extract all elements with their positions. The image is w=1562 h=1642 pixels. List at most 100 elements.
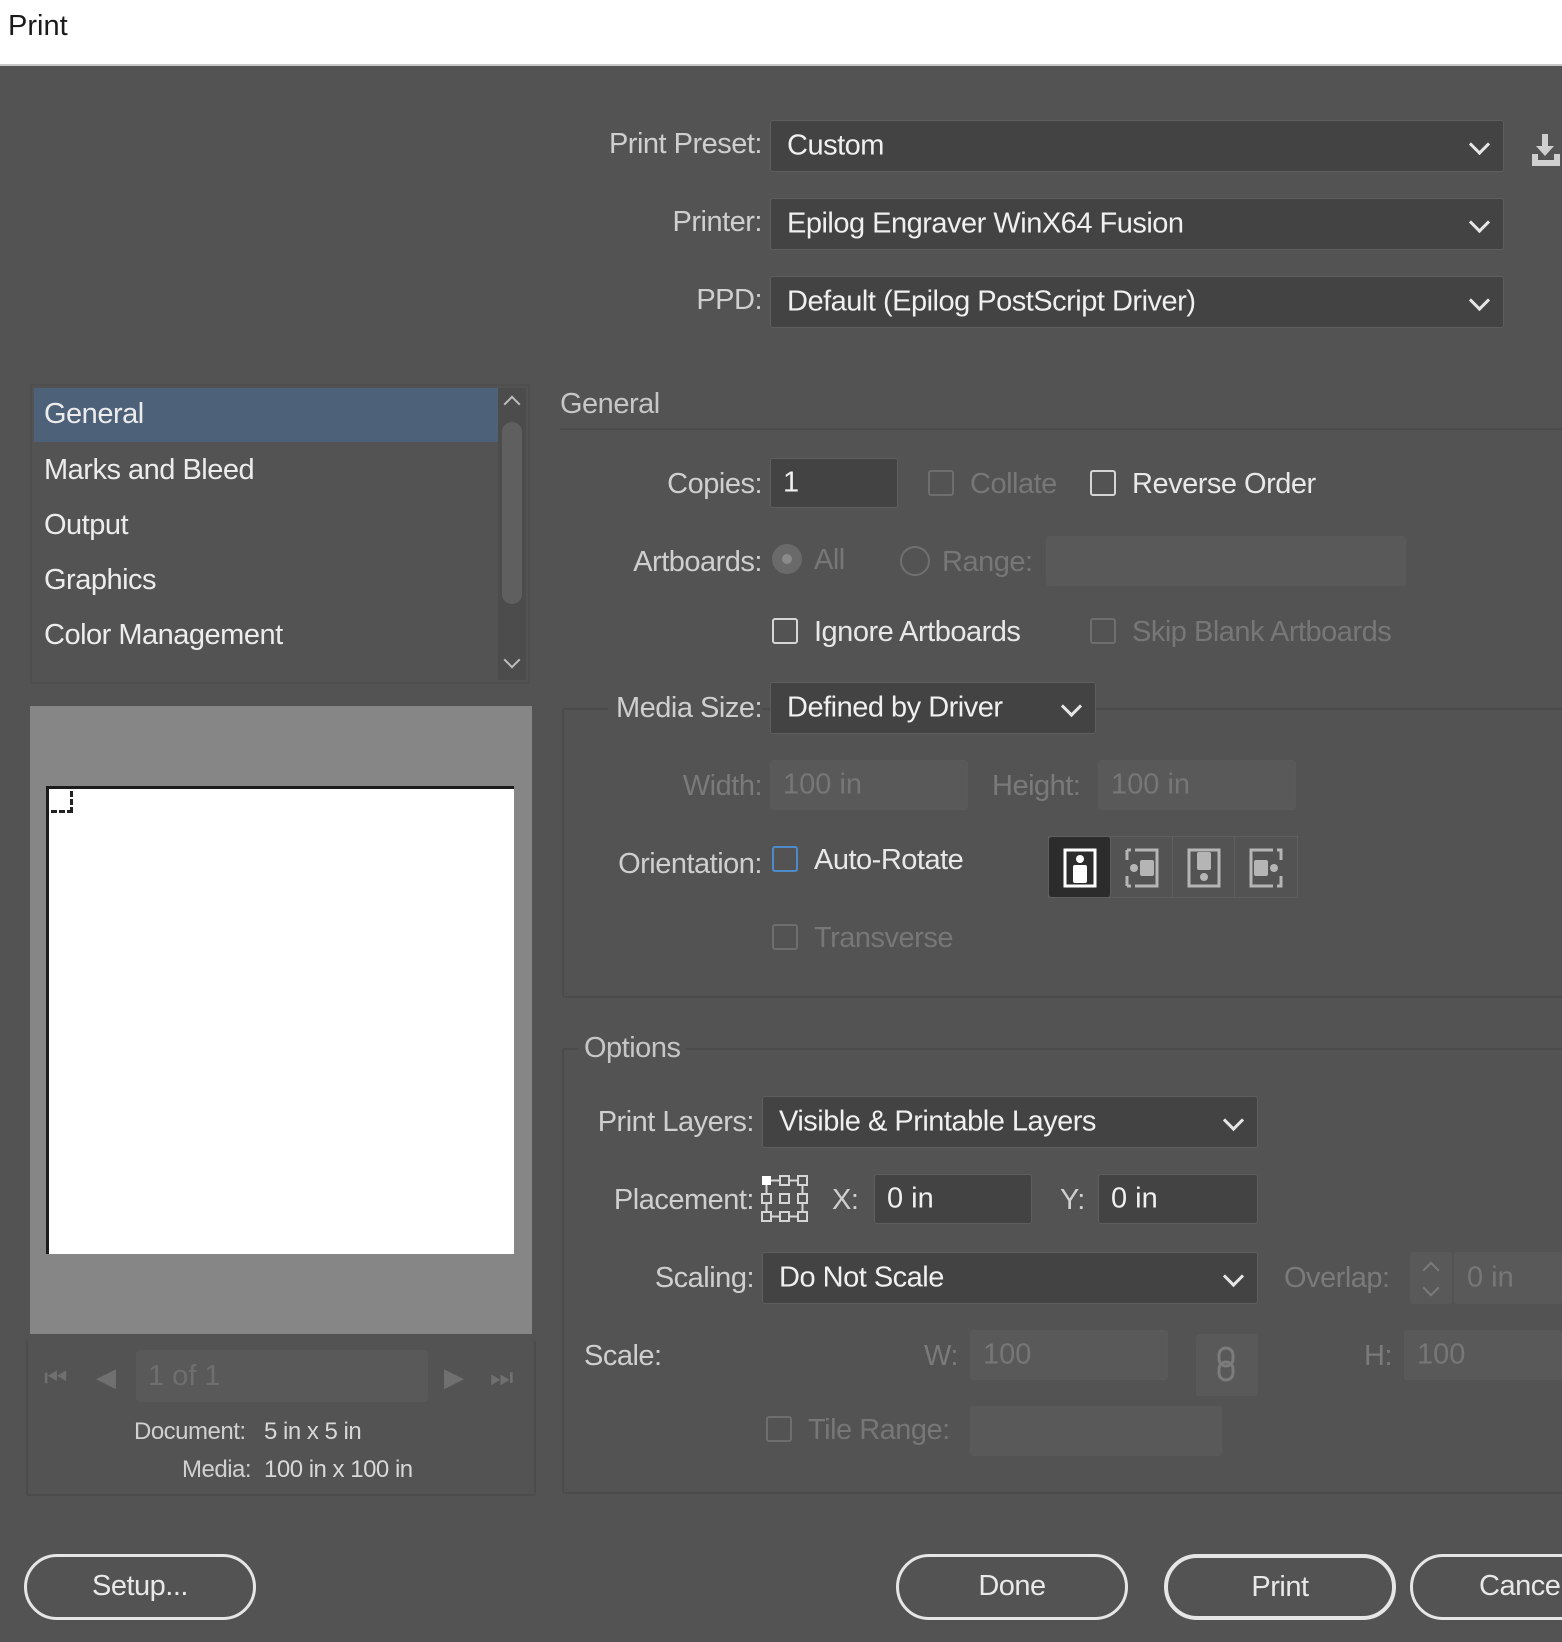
media-size-select[interactable]: Defined by Driver bbox=[770, 682, 1096, 734]
printer-value: Epilog Engraver WinX64 Fusion bbox=[787, 207, 1184, 240]
height-value: 100 in bbox=[1111, 768, 1191, 801]
media-size-label: Media Size: bbox=[607, 692, 763, 725]
placement-x-input[interactable]: 0 in bbox=[874, 1174, 1032, 1224]
artboards-all-radio[interactable] bbox=[772, 544, 802, 574]
printer-select[interactable]: Epilog Engraver WinX64 Fusion bbox=[770, 198, 1504, 250]
artboards-range-radio[interactable] bbox=[900, 546, 930, 576]
preview-page bbox=[46, 786, 514, 1254]
tile-range-checkbox[interactable] bbox=[766, 1416, 792, 1442]
portrait-button[interactable] bbox=[1049, 837, 1111, 897]
options-heading: Options bbox=[578, 1032, 687, 1065]
chevron-up-icon[interactable] bbox=[503, 395, 521, 413]
scale-w-value: 100 bbox=[983, 1338, 1032, 1371]
skip-blank-artboards-label: Skip Blank Artboards bbox=[1132, 616, 1392, 648]
sidebar-item-label: Output bbox=[44, 509, 129, 541]
chevron-down-icon[interactable] bbox=[1422, 1279, 1440, 1297]
general-heading: General bbox=[560, 388, 660, 420]
overlap-label: Overlap: bbox=[1284, 1262, 1390, 1294]
print-layers-select[interactable]: Visible & Printable Layers bbox=[762, 1096, 1258, 1148]
setup-button[interactable]: Setup... bbox=[24, 1554, 256, 1620]
sidebar-item-graphics[interactable]: Graphics bbox=[34, 554, 498, 608]
cancel-button[interactable]: Cancel bbox=[1410, 1554, 1562, 1620]
width-label: Width: bbox=[682, 770, 763, 802]
auto-rotate-label: Auto-Rotate bbox=[814, 844, 964, 876]
scaling-label: Scaling: bbox=[654, 1262, 755, 1294]
print-layers-value: Visible & Printable Layers bbox=[779, 1105, 1096, 1138]
sidebar-item-label: Marks and Bleed bbox=[44, 454, 255, 486]
page-field[interactable]: 1 of 1 bbox=[136, 1350, 428, 1402]
ppd-select[interactable]: Default (Epilog PostScript Driver) bbox=[770, 276, 1504, 328]
flipped-landscape-button[interactable] bbox=[1235, 837, 1297, 897]
sidebar-item-general[interactable]: General bbox=[34, 388, 498, 442]
scrollbar-thumb[interactable] bbox=[502, 422, 522, 604]
chevron-down-icon[interactable] bbox=[503, 651, 521, 669]
artboards-range-input[interactable] bbox=[1046, 536, 1406, 586]
save-preset-button[interactable] bbox=[1530, 132, 1562, 168]
reverse-order-label: Reverse Order bbox=[1132, 468, 1316, 500]
auto-rotate-checkbox[interactable] bbox=[772, 846, 798, 872]
flipped-portrait-button[interactable] bbox=[1173, 837, 1235, 897]
media-label: Media: bbox=[182, 1456, 252, 1483]
tile-range-input[interactable] bbox=[970, 1406, 1222, 1456]
scale-h-label: H: bbox=[1364, 1340, 1393, 1372]
ignore-artboards-checkbox[interactable] bbox=[772, 618, 798, 644]
scale-w-input[interactable]: 100 bbox=[970, 1330, 1168, 1380]
overlap-input[interactable]: 0 in bbox=[1454, 1252, 1562, 1304]
placement-reference-point[interactable] bbox=[760, 1174, 810, 1224]
copies-value: 1 bbox=[783, 466, 800, 499]
ignore-artboards-label: Ignore Artboards bbox=[814, 616, 1021, 648]
width-input[interactable]: 100 in bbox=[770, 760, 968, 810]
page-field-value: 1 of 1 bbox=[148, 1360, 221, 1392]
sidebar-item-color-management[interactable]: Color Management bbox=[34, 609, 498, 663]
chevron-down-icon bbox=[1468, 211, 1491, 234]
media-size-readout: 100 in x 100 in bbox=[264, 1456, 413, 1483]
orientation-buttons bbox=[1048, 836, 1298, 898]
landscape-icon bbox=[1125, 848, 1159, 888]
print-preview[interactable] bbox=[30, 706, 532, 1334]
sidebar-item-marks-and-bleed[interactable]: Marks and Bleed bbox=[34, 444, 498, 498]
sidebar-item-label: General bbox=[44, 398, 144, 430]
sidebar-item-label: Color Management bbox=[44, 619, 283, 651]
constrain-proportions-button[interactable] bbox=[1196, 1334, 1258, 1396]
artboards-label: Artboards: bbox=[633, 546, 762, 578]
last-page-icon[interactable]: ⏭ bbox=[490, 1362, 513, 1394]
copies-label: Copies: bbox=[667, 468, 762, 500]
category-list[interactable]: General Marks and Bleed Output Graphics … bbox=[30, 384, 530, 684]
transverse-checkbox[interactable] bbox=[772, 924, 798, 950]
tile-range-label: Tile Range: bbox=[808, 1414, 950, 1446]
reference-point-grid-icon bbox=[761, 1175, 808, 1222]
first-page-icon[interactable]: ⏮ bbox=[44, 1362, 67, 1394]
skip-blank-artboards-checkbox[interactable] bbox=[1090, 618, 1116, 644]
x-label: X: bbox=[832, 1184, 859, 1216]
print-button[interactable]: Print bbox=[1164, 1554, 1396, 1620]
overlap-value: 0 in bbox=[1467, 1261, 1514, 1294]
scaling-select[interactable]: Do Not Scale bbox=[762, 1252, 1258, 1304]
overlap-stepper[interactable] bbox=[1410, 1252, 1452, 1304]
y-label: Y: bbox=[1060, 1184, 1085, 1216]
copies-input[interactable]: 1 bbox=[770, 458, 898, 508]
artboards-range-label: Range: bbox=[942, 546, 1033, 578]
printer-label: Printer: bbox=[672, 206, 763, 238]
print-preset-select[interactable]: Custom bbox=[770, 120, 1504, 172]
sidebar-item-output[interactable]: Output bbox=[34, 499, 498, 553]
chevron-down-icon bbox=[1468, 133, 1491, 156]
placement-y-input[interactable]: 0 in bbox=[1098, 1174, 1258, 1224]
document-size: 5 in x 5 in bbox=[264, 1418, 362, 1445]
scale-w-label: W: bbox=[924, 1340, 958, 1372]
done-button[interactable]: Done bbox=[896, 1554, 1128, 1620]
collate-checkbox[interactable] bbox=[928, 470, 954, 496]
width-value: 100 in bbox=[783, 768, 863, 801]
artboards-all-label: All bbox=[814, 544, 845, 576]
scale-h-input[interactable]: 100 bbox=[1404, 1330, 1562, 1380]
landscape-button[interactable] bbox=[1111, 837, 1173, 897]
title-bar: Print bbox=[0, 0, 1562, 66]
page-navigator: ⏮ ◀ 1 of 1 ▶ ⏭ bbox=[30, 1350, 532, 1410]
next-page-icon[interactable]: ▶ bbox=[444, 1362, 464, 1393]
window-title: Print bbox=[8, 10, 68, 42]
previous-page-icon[interactable]: ◀ bbox=[96, 1362, 116, 1393]
height-input[interactable]: 100 in bbox=[1098, 760, 1296, 810]
chevron-up-icon[interactable] bbox=[1422, 1261, 1440, 1279]
reverse-order-checkbox[interactable] bbox=[1090, 470, 1116, 496]
chevron-down-icon bbox=[1222, 1265, 1245, 1288]
list-scrollbar[interactable] bbox=[498, 388, 526, 680]
